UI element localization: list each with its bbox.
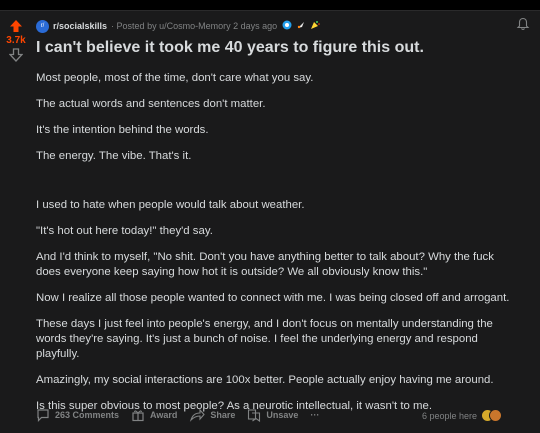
avatar [489, 409, 503, 422]
body-paragraph: The energy. The vibe. That's it. [36, 150, 192, 162]
presence-avatars [481, 409, 503, 422]
body-paragraph: The actual words and sentences don't mat… [36, 98, 266, 110]
bookmark-icon [248, 409, 261, 422]
unsave-label: Unsave [266, 410, 299, 420]
vote-column: 3.7k [4, 19, 28, 62]
notification-bell-icon[interactable] [516, 17, 530, 31]
award-party-icon[interactable] [310, 20, 320, 33]
posted-by: · Posted by u/Cosmo-Memory 2 days ago [111, 21, 278, 31]
award-globe-icon[interactable] [282, 20, 292, 33]
subreddit-icon[interactable]: r/ [36, 19, 49, 33]
body-paragraph: It's the intention behind the words. [36, 124, 209, 136]
downvote-arrow-icon[interactable] [9, 48, 23, 62]
award-rocket-icon[interactable] [296, 20, 306, 33]
post-body: Most people, most of the time, don't car… [36, 71, 511, 425]
upvote-arrow-icon[interactable] [9, 19, 23, 33]
subreddit-link[interactable]: r/socialskills [53, 21, 107, 31]
body-paragraph: Amazingly, my social interactions are 10… [36, 374, 494, 386]
comment-icon [37, 409, 49, 422]
body-paragraph: Most people, most of the time, don't car… [36, 72, 314, 84]
share-arrow-icon [190, 408, 206, 422]
gift-icon [132, 410, 144, 422]
body-paragraph: I used to hate when people would talk ab… [36, 199, 305, 211]
post-title[interactable]: I can't believe it took me 40 years to f… [36, 39, 526, 57]
share-label: Share [210, 410, 236, 420]
post-meta: r/ r/socialskills · Posted by u/Cosmo-Me… [36, 18, 324, 34]
body-paragraph: Now I realize all those people wanted to… [36, 292, 510, 304]
presence-text: 6 people here [422, 410, 478, 421]
presence-indicator: 6 people here [422, 409, 503, 422]
body-paragraph: These days I just feel into people's ene… [36, 318, 493, 360]
award-button[interactable]: Award [131, 408, 177, 422]
share-button[interactable]: Share [189, 408, 235, 422]
comments-button[interactable]: 263 Comments [36, 408, 119, 422]
more-options-button[interactable]: ··· [310, 410, 319, 420]
comments-label: 263 Comments [55, 410, 120, 420]
award-label: Award [150, 410, 178, 420]
post-card: 3.7k r/ r/socialskills · Posted by u/Cos… [0, 10, 540, 433]
unsave-button[interactable]: Unsave [247, 408, 298, 422]
vote-count: 3.7k [6, 35, 26, 46]
body-paragraph: "It's hot out here today!" they'd say. [36, 225, 213, 237]
body-paragraph: And I'd think to myself, "No shit. Don't… [36, 251, 494, 278]
